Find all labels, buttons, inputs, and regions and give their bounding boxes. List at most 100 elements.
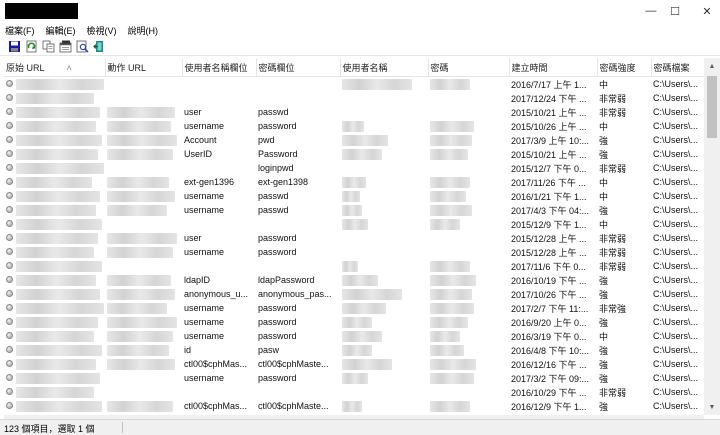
close-button[interactable]: ✕ (684, 0, 720, 22)
cell-password-strength: 中 (599, 79, 609, 90)
cell-created-time: 2016/3/19 下午 0... (511, 331, 587, 342)
table-row[interactable]: username passwd 2017/4/3 下午 04:... 強 C:\User… (4, 203, 704, 217)
redacted-username (342, 176, 366, 188)
table-row[interactable]: username password 2017/3/2 下午 09:... 強 C:\Us… (4, 371, 704, 385)
col-password-file[interactable]: 密碼檔案 (651, 58, 704, 77)
col-password-field[interactable]: 密碼欄位 (256, 58, 341, 77)
col-password-strength[interactable]: 密碼強度 (597, 58, 652, 77)
redacted-password (430, 120, 474, 132)
menu-help[interactable]: 說明(H) (123, 24, 165, 37)
cell-password (428, 245, 509, 259)
cell-origin-url (4, 161, 105, 175)
scroll-thumb[interactable] (707, 76, 717, 138)
redacted-username (342, 372, 368, 384)
password-entry-icon (6, 318, 13, 326)
password-entry-icon (6, 108, 13, 116)
redacted-action-url (107, 120, 171, 132)
table-row[interactable]: user passwd 2015/10/21 上午 ... 非常弱 C:\Users\.… (4, 105, 704, 119)
cell-username (340, 231, 428, 245)
cell-origin-url (4, 245, 105, 259)
col-username-field[interactable]: 使用者名稱欄位 (182, 58, 257, 77)
table-row[interactable]: username password 2016/3/19 下午 0... 中 C:\Use… (4, 329, 704, 343)
table-row[interactable]: ctl00$cphMas... ctl00$cphMaste... 2016/12/… (4, 357, 704, 371)
cell-action-url (105, 371, 182, 385)
vertical-scrollbar[interactable]: ▲ ▼ (704, 58, 720, 415)
redacted-action-url (107, 274, 171, 286)
col-password[interactable]: 密碼 (428, 58, 510, 77)
table-row[interactable]: ldapID ldapPassword 2016/10/19 下午 ... 強 C:\U… (4, 273, 704, 287)
copy-button[interactable] (40, 39, 56, 55)
cell-password-strength: 強 (599, 317, 609, 328)
table-row[interactable]: loginpwd 2015/12/7 下午 0... 非常弱 C:\Users\... (4, 161, 704, 175)
cell-action-url (105, 385, 182, 399)
table-row[interactable]: username password 2016/9/20 上午 0... 強 C:\Use… (4, 315, 704, 329)
menu-edit[interactable]: 編輯(E) (41, 24, 82, 37)
cell-password-file: C:\Users\... (653, 247, 699, 257)
table-row[interactable]: id pasw 2016/4/8 下午 10:... 強 C:\Users\... (4, 343, 704, 357)
cell-password-field: anonymous_pas... (258, 289, 332, 299)
cell-action-url (105, 217, 182, 231)
redacted-origin-url (16, 344, 102, 356)
redacted-username (342, 78, 412, 90)
col-created-time[interactable]: 建立時間 (509, 58, 598, 77)
table-row[interactable]: Account pwd 2017/3/9 上午 10:... 強 C:\Users\..… (4, 133, 704, 147)
redacted-password (430, 260, 470, 272)
table-row[interactable]: username password 2017/2/7 下午 11:... 非常強 C:\… (4, 301, 704, 315)
cell-password-field (256, 217, 340, 231)
table-row[interactable]: username password 2015/12/28 上午 ... 非常弱 C:\U… (4, 245, 704, 259)
table-row[interactable]: ext-gen1396 ext-gen1398 2017/11/26 下午 ... 中… (4, 175, 704, 189)
cell-password-strength: 強 (599, 401, 609, 412)
cell-origin-url (4, 287, 105, 301)
redacted-action-url (107, 316, 177, 328)
table-row[interactable]: 2017/12/24 下午 ... 非常弱 C:\Users\... (4, 91, 704, 105)
cell-origin-url (4, 343, 105, 357)
cell-password (428, 287, 509, 301)
table-row[interactable]: 2015/12/9 下午 1... 中 C:\Users\... (4, 217, 704, 231)
cell-password-strength: 非常弱 (599, 233, 627, 244)
table-row[interactable]: 2016/7/17 上午 1... 中 C:\Users\... (4, 77, 704, 92)
table-row[interactable]: username password 2015/10/26 上午 ... 中 C:\Use… (4, 119, 704, 133)
redacted-password (430, 288, 472, 300)
redacted-origin-url (16, 148, 98, 160)
redacted-username (342, 148, 382, 160)
refresh-button[interactable] (23, 39, 39, 55)
menu-file[interactable]: 檔案(F) (0, 24, 41, 37)
cell-origin-url (4, 385, 105, 399)
col-username[interactable]: 使用者名稱 (340, 58, 429, 77)
find-button[interactable] (74, 39, 90, 55)
cell-origin-url (4, 105, 105, 119)
scroll-down-icon[interactable]: ▼ (704, 399, 720, 415)
cell-username (340, 175, 428, 189)
save-button[interactable] (6, 39, 22, 55)
exit-button[interactable] (91, 39, 107, 55)
col-action-url[interactable]: 動作 URL (105, 58, 183, 77)
password-entry-icon (6, 346, 13, 354)
cell-password (428, 329, 509, 343)
password-list[interactable]: 原始 URL ˄ 動作 URL 使用者名稱欄位 密碼欄位 使用者名稱 密碼 建立時… (4, 58, 704, 415)
password-entry-icon (6, 388, 13, 396)
cell-password-file: C:\Users\... (653, 233, 699, 243)
cell-password-field: password (258, 331, 297, 341)
table-row[interactable]: 2017/11/6 下午 0... 非常弱 C:\Users\... (4, 259, 704, 273)
password-entry-icon (6, 94, 13, 102)
col-origin-url[interactable]: 原始 URL ˄ (4, 58, 106, 77)
password-entry-icon (6, 402, 13, 410)
cell-password (428, 133, 509, 147)
redacted-origin-url (16, 176, 92, 188)
cell-password (428, 399, 509, 413)
menu-view[interactable]: 檢視(V) (82, 24, 123, 37)
cell-password-field (256, 385, 340, 399)
redacted-username (342, 204, 362, 216)
table-row[interactable]: user password 2015/12/28 上午 ... 非常弱 C:\Users… (4, 231, 704, 245)
cell-action-url (105, 315, 182, 329)
table-row[interactable]: username passwd 2016/1/21 下午 1... 中 C:\Users… (4, 189, 704, 203)
table-row[interactable]: anonymous_u... anonymous_pas... 2017/10/26… (4, 287, 704, 301)
scroll-up-icon[interactable]: ▲ (704, 58, 720, 74)
redacted-username (342, 218, 368, 230)
table-row[interactable]: ctl00$cphMas... ctl00$cphMaste... 2016/12/… (4, 399, 704, 413)
properties-button[interactable] (57, 39, 73, 55)
redacted-action-url (107, 246, 173, 258)
table-row[interactable]: UserID Password 2015/10/21 上午 ... 強 C:\Users… (4, 147, 704, 161)
cell-username-field: username (184, 205, 225, 215)
table-row[interactable]: 2016/10/29 下午 ... 非常弱 C:\Users\... (4, 385, 704, 399)
